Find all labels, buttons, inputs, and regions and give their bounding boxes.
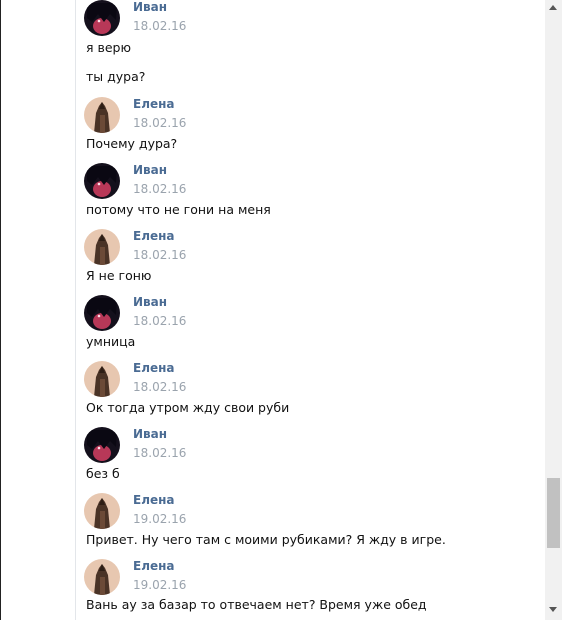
message-date[interactable]: 18.02.16 [133, 446, 186, 460]
message-date[interactable]: 18.02.16 [133, 248, 186, 262]
message-text: Ок тогда утром жду свои руби [86, 400, 290, 415]
message-author-link[interactable]: Елена [133, 229, 175, 243]
message-text: я верю [86, 40, 132, 55]
message-text: умница [86, 334, 136, 349]
scroll-down-arrow-icon[interactable] [549, 607, 557, 612]
message-item: Иван 18.02.16 умница [76, 295, 546, 355]
scrollbar[interactable] [545, 0, 562, 620]
message-item: Иван 18.02.16 я верю ты дура? [76, 0, 546, 90]
message-list: Иван 18.02.16 я верю ты дура? Елена 18.0… [76, 0, 546, 620]
message-item: Елена 18.02.16 Ок тогда утром жду свои р… [76, 361, 546, 421]
message-date[interactable]: 19.02.16 [133, 512, 186, 526]
ivan-avatar[interactable] [84, 0, 120, 36]
message-author-link[interactable]: Елена [133, 559, 175, 573]
message-date[interactable]: 18.02.16 [133, 182, 186, 196]
message-date[interactable]: 18.02.16 [133, 19, 186, 33]
scroll-up-arrow-icon[interactable] [549, 5, 557, 10]
window-edge [0, 0, 1, 620]
message-author-link[interactable]: Елена [133, 361, 175, 375]
message-text: потому что не гони на меня [86, 202, 271, 217]
message-author-link[interactable]: Елена [133, 493, 175, 507]
elena-avatar[interactable] [84, 559, 120, 595]
ivan-avatar[interactable] [84, 163, 120, 199]
message-author-link[interactable]: Иван [133, 0, 167, 14]
message-item: Елена 19.02.16 Вань ау за базар то отвеч… [76, 559, 546, 619]
message-date[interactable]: 18.02.16 [133, 314, 186, 328]
message-text: ты дура? [86, 69, 146, 84]
message-item: Иван 18.02.16 без б [76, 427, 546, 487]
message-date[interactable]: 19.02.16 [133, 578, 186, 592]
message-text: без б [86, 466, 120, 481]
message-text: Я не гоню [86, 268, 152, 283]
elena-avatar[interactable] [84, 97, 120, 133]
scrollbar-thumb[interactable] [547, 478, 560, 548]
message-item: Иван 18.02.16 потому что не гони на меня [76, 163, 546, 223]
chat-history-panel[interactable]: Иван 18.02.16 я верю ты дура? Елена 18.0… [75, 0, 547, 620]
ivan-avatar[interactable] [84, 427, 120, 463]
message-item: Елена 18.02.16 Я не гоню [76, 229, 546, 289]
message-author-link[interactable]: Иван [133, 295, 167, 309]
elena-avatar[interactable] [84, 361, 120, 397]
message-text: Вань ау за базар то отвечаем нет? Время … [86, 597, 427, 612]
ivan-avatar[interactable] [84, 295, 120, 331]
message-author-link[interactable]: Иван [133, 163, 167, 177]
message-date[interactable]: 18.02.16 [133, 380, 186, 394]
elena-avatar[interactable] [84, 229, 120, 265]
message-item: Елена 18.02.16 Почему дура? [76, 97, 546, 157]
message-author-link[interactable]: Елена [133, 97, 175, 111]
message-date[interactable]: 18.02.16 [133, 116, 186, 130]
message-text: Привет. Ну чего там с моими рубиками? Я … [86, 532, 446, 547]
message-text: Почему дура? [86, 136, 178, 151]
elena-avatar[interactable] [84, 493, 120, 529]
message-author-link[interactable]: Иван [133, 427, 167, 441]
message-item: Елена 19.02.16 Привет. Ну чего там с мои… [76, 493, 546, 553]
